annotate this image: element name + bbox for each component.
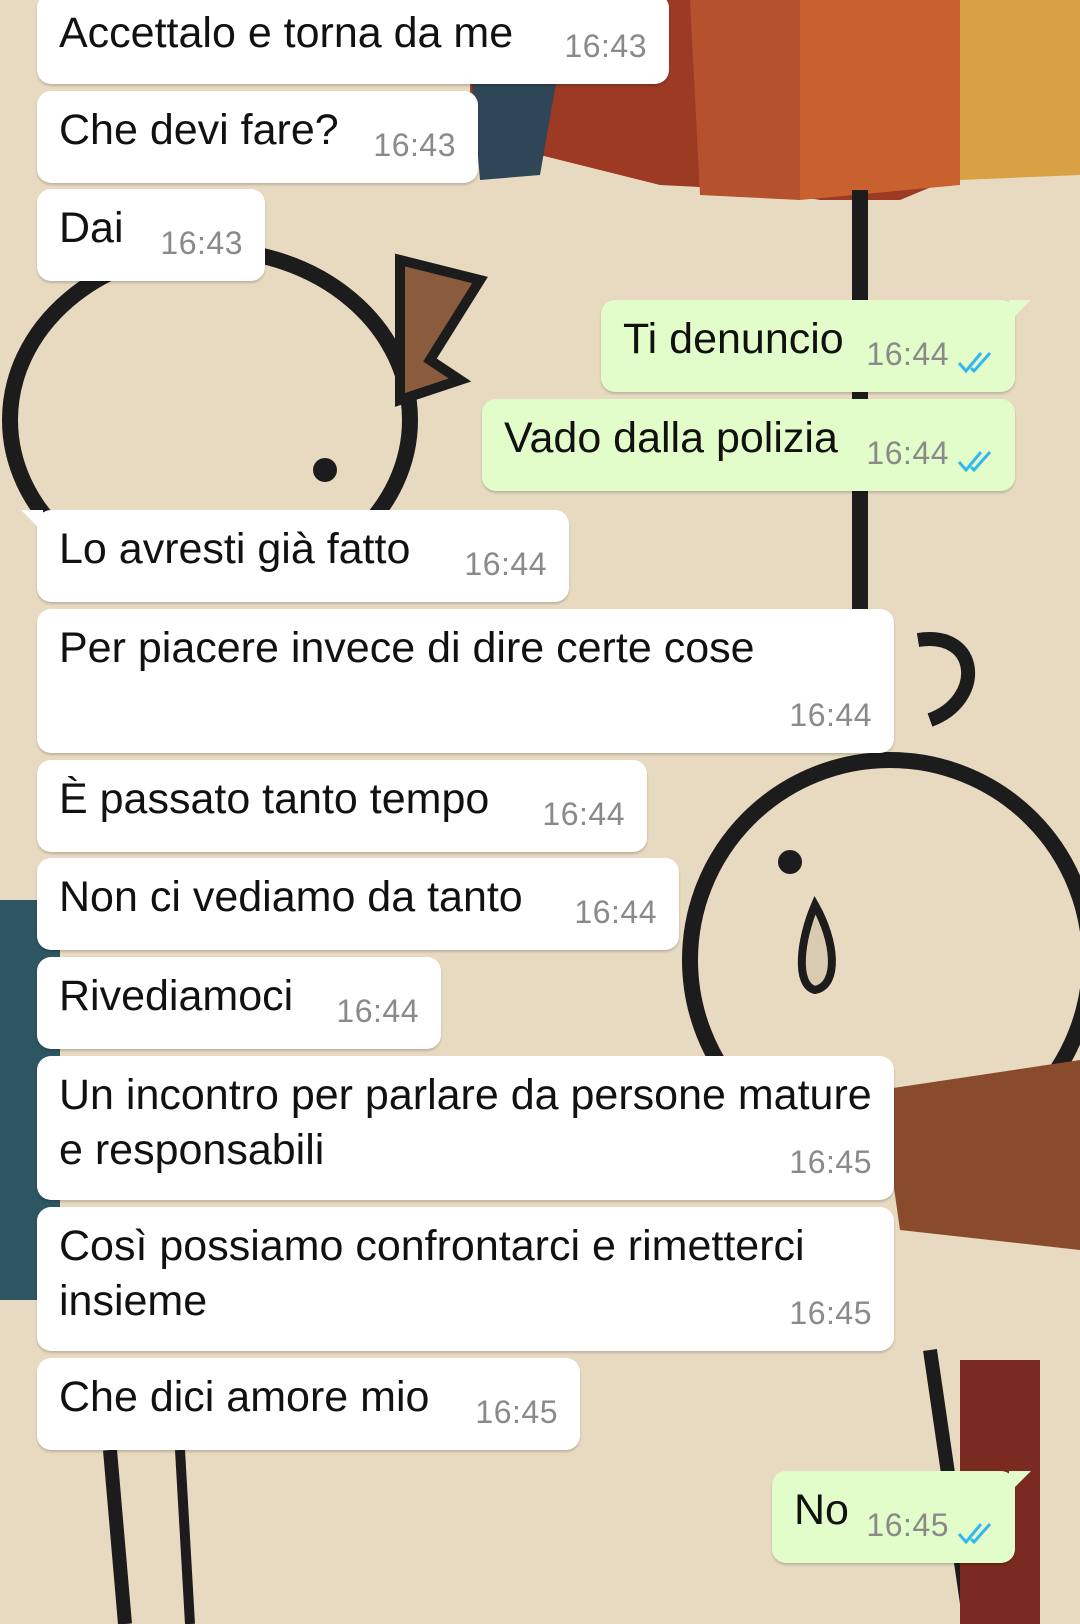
message-time: 16:44	[789, 697, 872, 733]
message-incoming[interactable]: Che devi fare? 16:43	[37, 91, 478, 183]
message-incoming[interactable]: Lo avresti già fatto 16:44	[21, 510, 569, 602]
chat-message-list[interactable]: Accettalo e torna da me 16:43 Che devi f…	[0, 0, 1080, 1624]
double-check-icon	[957, 451, 992, 473]
double-check-icon	[957, 352, 992, 374]
message-outgoing[interactable]: Ti denuncio 16:44	[601, 300, 1031, 392]
bubble-tail-icon	[1009, 300, 1031, 322]
message-incoming[interactable]: Un incontro per parlare da persone matur…	[37, 1056, 894, 1200]
message-incoming[interactable]: Per piacere invece di dire certe cose 16…	[37, 609, 894, 753]
message-text: È passato tanto tempo	[59, 775, 490, 823]
message-incoming[interactable]: Così possiamo confrontarci e rimetterci …	[37, 1207, 894, 1351]
message-time: 16:44	[464, 546, 547, 582]
message-text: Per piacere invece di dire certe cose	[59, 624, 755, 672]
message-outgoing[interactable]: No 16:45	[772, 1471, 1031, 1563]
message-time: 16:43	[160, 225, 243, 261]
message-text: Accettalo e torna da me	[59, 9, 514, 57]
message-time: 16:43	[373, 127, 456, 163]
message-incoming[interactable]: Dai 16:43	[37, 189, 265, 281]
double-check-icon	[957, 1523, 992, 1545]
message-time: 16:44	[866, 435, 949, 471]
message-time: 16:43	[564, 28, 647, 64]
message-time: 16:44	[542, 796, 625, 832]
message-incoming[interactable]: È passato tanto tempo 16:44	[37, 760, 647, 852]
bubble-tail-icon	[21, 510, 43, 532]
message-text: Un incontro per parlare da persone matur…	[59, 1071, 884, 1174]
bubble-tail-icon	[1009, 1471, 1031, 1493]
message-incoming[interactable]: Che dici amore mio 16:45	[37, 1358, 580, 1450]
message-incoming[interactable]: Accettalo e torna da me 16:43	[37, 0, 669, 84]
message-text: Così possiamo confrontarci e rimetterci …	[59, 1222, 817, 1325]
message-time: 16:44	[866, 336, 949, 372]
message-text: Non ci vediamo da tanto	[59, 873, 523, 921]
message-time: 16:45	[789, 1295, 872, 1331]
message-incoming[interactable]: Rivediamoci 16:44	[37, 957, 441, 1049]
message-time: 16:44	[574, 894, 657, 930]
message-time: 16:45	[789, 1144, 872, 1180]
message-time: 16:45	[866, 1507, 949, 1543]
message-time: 16:45	[475, 1394, 558, 1430]
message-time: 16:44	[336, 993, 419, 1029]
message-outgoing[interactable]: Vado dalla polizia 16:44	[482, 399, 1015, 491]
message-incoming[interactable]: Non ci vediamo da tanto 16:44	[37, 858, 679, 950]
